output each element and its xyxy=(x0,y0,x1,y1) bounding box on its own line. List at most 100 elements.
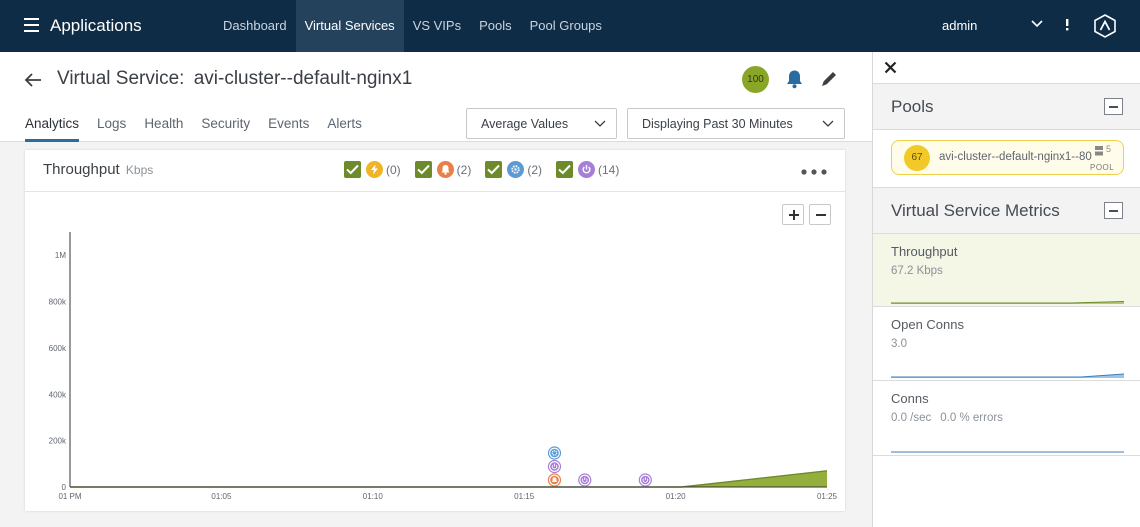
x-tick-label: 01:15 xyxy=(514,492,535,501)
nav-pools[interactable]: Pools xyxy=(470,0,521,52)
metric-value: 3.0 xyxy=(891,338,907,350)
tab-health[interactable]: Health xyxy=(144,116,183,142)
main-content: Virtual Service: avi-cluster--default-ng… xyxy=(0,52,872,527)
y-tick-label: 1M xyxy=(55,251,66,260)
pools-section-title: Pools xyxy=(891,97,934,116)
chart-unit: Kbps xyxy=(125,163,154,177)
metric-name: Conns xyxy=(891,391,929,406)
chevron-down-icon[interactable] xyxy=(1030,17,1044,31)
y-tick-label: 200k xyxy=(49,437,67,446)
conns-sparkline xyxy=(891,451,1124,453)
legend-count: (0) xyxy=(386,162,401,177)
metric-value: 0.0 /sec 0.0 % errors xyxy=(891,412,1003,424)
tab-logs[interactable]: Logs xyxy=(97,116,126,142)
page-title: Virtual Service: avi-cluster--default-ng… xyxy=(57,68,412,90)
x-tick-label: 01 PM xyxy=(58,492,81,501)
hamburger-menu-icon[interactable] xyxy=(24,18,39,32)
metric-conns[interactable]: Conns 0.0 /sec 0.0 % errors xyxy=(873,381,1140,456)
legend-count: (14) xyxy=(598,162,620,177)
metric-name: Open Conns xyxy=(891,317,964,332)
lightning-icon xyxy=(366,161,383,178)
chart-title: Throughput Kbps xyxy=(43,161,153,178)
close-icon[interactable] xyxy=(884,61,897,74)
chevron-down-icon xyxy=(594,120,606,127)
pool-item[interactable]: 67 avi-cluster--default-nginx1--80 5 POO… xyxy=(891,140,1124,175)
page-header: Virtual Service: avi-cluster--default-ng… xyxy=(0,52,872,142)
nav-dashboard[interactable]: Dashboard xyxy=(214,0,296,52)
x-tick-label: 01:10 xyxy=(363,492,384,501)
nav-virtual-services[interactable]: Virtual Services xyxy=(295,0,404,52)
tab-events[interactable]: Events xyxy=(268,116,309,142)
chart-card-header: Throughput Kbps (0) (2) (2) (14) xyxy=(25,150,845,192)
bell-icon xyxy=(436,161,454,178)
checkbox-checked-icon[interactable] xyxy=(344,161,361,178)
health-score-badge[interactable]: 100 xyxy=(742,66,769,93)
virtual-service-name: avi-cluster--default-nginx1 xyxy=(193,68,413,89)
metrics-section-title: Virtual Service Metrics xyxy=(891,201,1060,220)
pools-section-header: Pools xyxy=(873,83,1140,130)
throughput-sparkline xyxy=(891,301,1124,304)
metric-throughput[interactable]: Throughput 67.2 Kbps xyxy=(873,234,1140,307)
server-icon xyxy=(1095,146,1103,156)
gear-icon xyxy=(507,161,525,178)
metric-value: 67.2 Kbps xyxy=(891,265,943,277)
metric-open-conns[interactable]: Open Conns 3.0 xyxy=(873,307,1140,381)
legend-count: (2) xyxy=(527,162,543,177)
throughput-area xyxy=(70,470,827,487)
nav-pool-groups[interactable]: Pool Groups xyxy=(521,0,611,52)
metric-name: Throughput xyxy=(891,244,958,259)
more-options-icon[interactable] xyxy=(801,169,829,175)
collapse-icon[interactable] xyxy=(1104,98,1123,115)
legend-item-system-status[interactable]: (14) xyxy=(556,161,619,178)
power-icon xyxy=(578,161,596,178)
legend-item-system-events[interactable]: (0) xyxy=(344,161,401,178)
y-tick-label: 800k xyxy=(49,298,67,307)
x-tick-label: 01:25 xyxy=(817,492,838,501)
pool-server-count: 5 xyxy=(1106,144,1112,154)
x-tick-label: 01:05 xyxy=(211,492,232,501)
y-tick-label: 600k xyxy=(49,344,67,353)
collapse-icon[interactable] xyxy=(1104,202,1123,219)
legend-item-alerts[interactable]: (2) xyxy=(414,161,471,178)
pool-name: avi-cluster--default-nginx1--80 xyxy=(939,151,1092,163)
pool-health-score: 67 xyxy=(904,145,930,171)
edit-pencil-icon[interactable] xyxy=(820,69,839,88)
throughput-chart-card: Throughput Kbps (0) (2) (2) (14) 0 200k … xyxy=(25,150,845,511)
analytics-tabs: Analytics Logs Health Security Events Al… xyxy=(25,116,380,142)
y-tick-label: 400k xyxy=(49,390,67,399)
checkbox-checked-icon[interactable] xyxy=(485,161,503,178)
metrics-section-header: Virtual Service Metrics xyxy=(873,187,1140,234)
values-mode-select[interactable]: Average Values xyxy=(466,108,617,139)
nav-vs-vips[interactable]: VS VIPs xyxy=(404,0,470,52)
tab-alerts[interactable]: Alerts xyxy=(327,116,362,142)
back-arrow-icon[interactable] xyxy=(24,72,42,88)
values-mode-value: Average Values xyxy=(481,117,569,131)
tab-analytics[interactable]: Analytics xyxy=(25,116,80,142)
tab-security[interactable]: Security xyxy=(201,116,250,142)
conns-rate: 0.0 /sec xyxy=(891,412,932,424)
side-panel: Pools 67 avi-cluster--default-nginx1--80… xyxy=(872,52,1140,527)
gear-icon xyxy=(550,448,559,458)
conns-errors: 0.0 % errors xyxy=(940,412,1003,424)
alerts-bell-icon[interactable] xyxy=(785,69,804,89)
pool-label: POOL xyxy=(1090,163,1115,172)
page-title-prefix: Virtual Service: xyxy=(57,68,185,89)
y-tick-label: 0 xyxy=(62,483,67,492)
chart-title-text: Throughput xyxy=(43,161,120,178)
x-tick-label: 01:20 xyxy=(666,492,687,501)
open-conns-sparkline xyxy=(891,373,1124,378)
event-legend: (0) (2) (2) (14) xyxy=(344,161,633,178)
time-range-select[interactable]: Displaying Past 30 Minutes xyxy=(627,108,845,139)
main-nav: Dashboard Virtual Services VS VIPs Pools… xyxy=(214,0,611,52)
checkbox-checked-icon[interactable] xyxy=(414,161,432,178)
avi-logo-icon[interactable] xyxy=(1093,14,1117,38)
chevron-down-icon xyxy=(822,120,834,127)
throughput-chart[interactable]: 0 200k 400k 600k 800k 1M 01 PM 01:05 01:10 01:15 0… xyxy=(25,192,845,511)
legend-item-config-events[interactable]: (2) xyxy=(485,161,542,178)
user-name[interactable]: admin xyxy=(942,18,977,33)
app-title: Applications xyxy=(50,16,142,35)
time-range-value: Displaying Past 30 Minutes xyxy=(642,117,793,131)
top-navigation-bar: Applications Dashboard Virtual Services … xyxy=(0,0,1140,52)
checkbox-checked-icon[interactable] xyxy=(556,161,574,178)
more-options-icon[interactable] xyxy=(1064,17,1070,33)
